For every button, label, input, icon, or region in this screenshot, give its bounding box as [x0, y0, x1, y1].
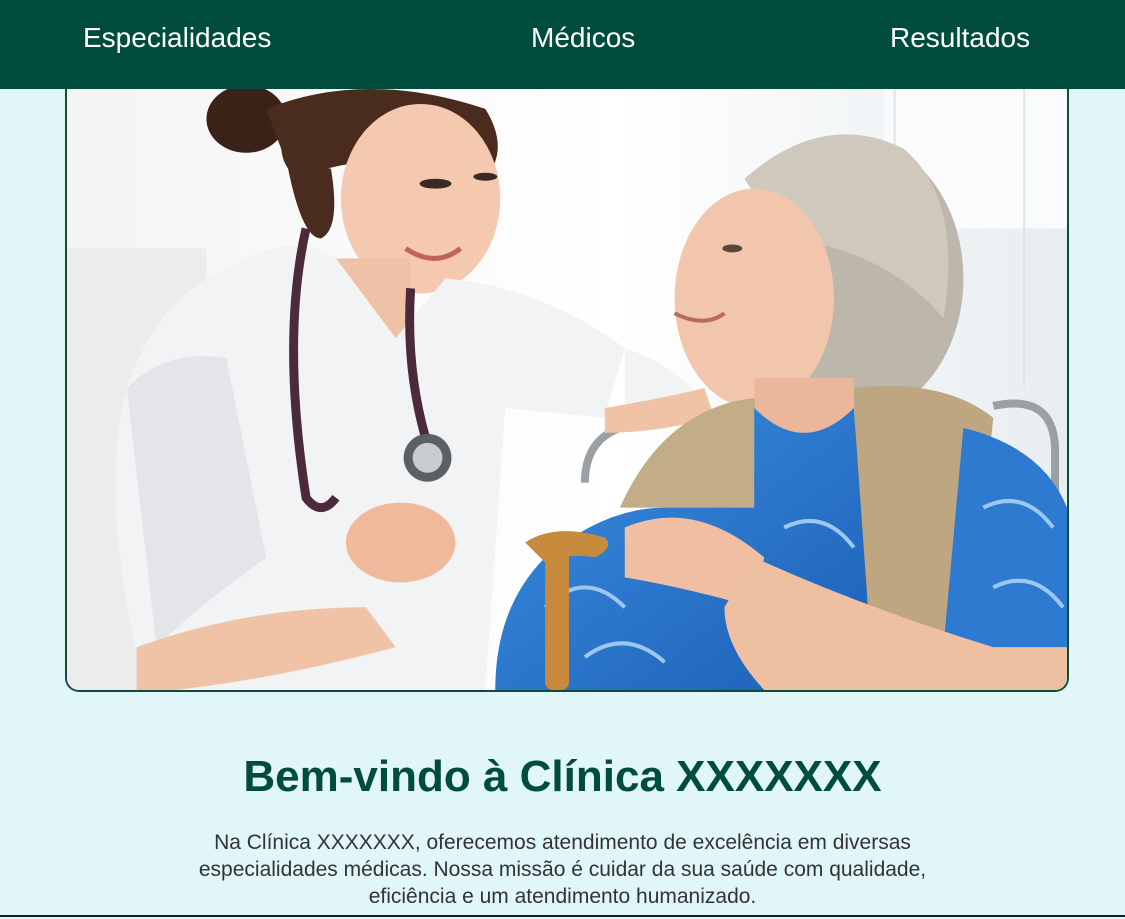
- bottom-divider: [0, 915, 1125, 917]
- top-navbar: Especialidades Médicos Resultados: [0, 0, 1125, 89]
- welcome-text: Na Clínica XXXXXXX, oferecemos atendimen…: [198, 831, 927, 908]
- nav-link-especialidades[interactable]: Especialidades: [83, 22, 271, 54]
- nurse-with-elderly-patient-photo: [67, 89, 1067, 690]
- welcome-title: Bem-vindo à Clínica XXXXXXX: [243, 752, 882, 801]
- nav-link-resultados[interactable]: Resultados: [890, 22, 1030, 54]
- nav-link-medicos[interactable]: Médicos: [531, 22, 635, 54]
- hero-image: [65, 89, 1069, 692]
